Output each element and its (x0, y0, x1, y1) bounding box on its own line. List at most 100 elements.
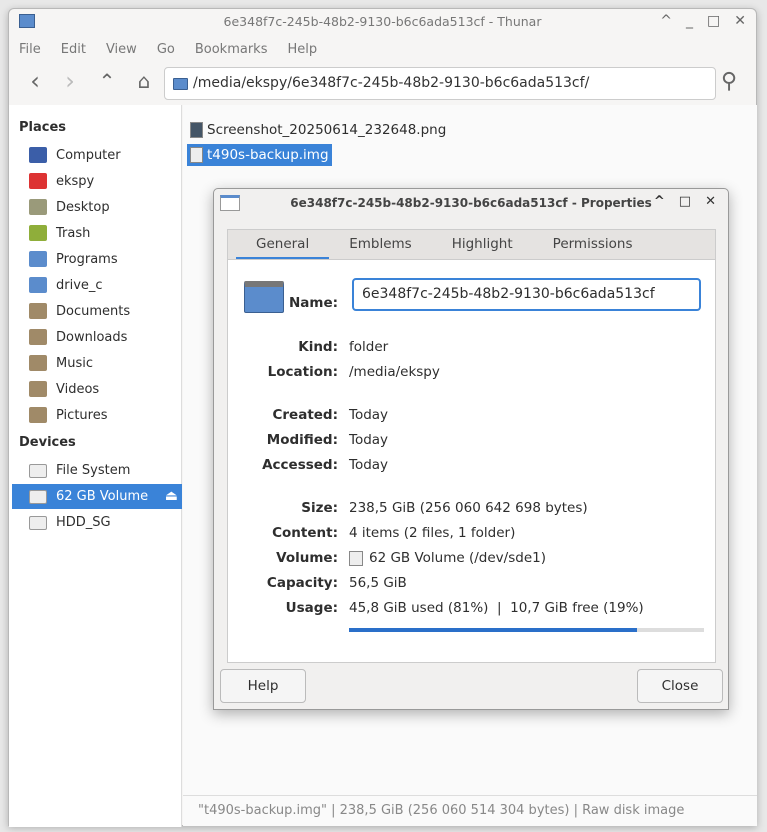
prop-value: Today (349, 407, 389, 423)
sidebar-item-label: ekspy (56, 174, 95, 189)
sidebar-item-file-system[interactable]: File System (12, 458, 182, 483)
sidebar-item-62-gb-volume[interactable]: 62 GB Volume ⏏ (12, 484, 182, 509)
prop-label: Created: (272, 407, 338, 423)
usage-bar (349, 628, 704, 632)
prop-value: folder (349, 339, 389, 355)
dialog-title: 6e348f7c-245b-48b2-9130-b6c6ada513cf - P… (290, 196, 652, 210)
menu-go[interactable]: Go (147, 39, 185, 61)
music-folder-icon (29, 355, 47, 371)
home-icon (29, 173, 47, 189)
prop-label: Modified: (266, 432, 338, 448)
sidebar-item-label: Pictures (56, 408, 108, 423)
sidebar-item-label: Computer (56, 148, 121, 163)
sidebar-item-drive-c[interactable]: drive_c (12, 273, 182, 298)
close-button[interactable]: ✕ (734, 13, 746, 29)
prop-value: /media/ekspy (349, 364, 440, 380)
pictures-folder-icon (29, 407, 47, 423)
name-input[interactable]: 6e348f7c-245b-48b2-9130-b6c6ada513cf (352, 278, 701, 311)
sidebar-item-downloads[interactable]: Downloads (12, 325, 182, 350)
drive-icon (29, 490, 47, 504)
prop-value: Today (349, 432, 389, 448)
sidebar-item-label: Music (56, 356, 93, 371)
sidebar-item-label: Programs (56, 252, 118, 267)
desktop-icon (29, 199, 47, 215)
prop-label: Location: (267, 364, 338, 380)
sidebar-item-documents[interactable]: Documents (12, 299, 182, 324)
prop-label: Kind: (298, 339, 338, 355)
prop-value: 62 GB Volume (/dev/sde1) (369, 550, 546, 566)
home-icon[interactable]: ⌂ (129, 67, 159, 97)
videos-folder-icon (29, 381, 47, 397)
sidebar-item-label: Documents (56, 304, 131, 319)
sidebar-item-desktop[interactable]: Desktop (12, 195, 182, 220)
menu-bookmarks[interactable]: Bookmarks (185, 39, 278, 61)
tab-permissions[interactable]: Permissions (533, 230, 653, 260)
menu-edit[interactable]: Edit (51, 39, 96, 61)
shade-button[interactable]: ^ (660, 13, 672, 29)
menu-help[interactable]: Help (277, 39, 327, 61)
trash-icon (29, 225, 47, 241)
dialog-close-button[interactable]: ✕ (705, 194, 716, 209)
prop-value: 56,5 GiB (349, 575, 407, 591)
back-icon[interactable]: ‹ (20, 67, 50, 97)
location-path: /media/ekspy/6e348f7c-245b-48b2-9130-b6c… (193, 75, 590, 91)
maximize-button[interactable]: □ (707, 13, 720, 29)
file-name: Screenshot_20250614_232648.png (207, 122, 447, 138)
devices-header: Devices (19, 435, 76, 450)
sidebar-item-ekspy[interactable]: ekspy (12, 169, 182, 194)
help-button[interactable]: Help (220, 669, 306, 703)
prop-value: 238,5 GiB (256 060 642 698 bytes) (349, 500, 588, 516)
menu-file[interactable]: File (9, 39, 51, 61)
sidebar-item-computer[interactable]: Computer (12, 143, 182, 168)
places-header: Places (19, 120, 67, 135)
prop-value: 4 items (2 files, 1 folder) (349, 525, 516, 541)
search-icon[interactable]: ⚲ (721, 69, 737, 94)
sidebar-item-label: Trash (56, 226, 91, 241)
folder-icon (29, 251, 47, 267)
file-name: t490s-backup.img (207, 147, 329, 163)
drive-icon (29, 464, 47, 478)
forward-icon[interactable]: › (55, 67, 85, 97)
sidebar-item-music[interactable]: Music (12, 351, 182, 376)
documents-folder-icon (29, 303, 47, 319)
sidebar-item-label: HDD_SG (56, 515, 111, 530)
tab-highlight[interactable]: Highlight (432, 230, 533, 260)
tab-bar: General Emblems Highlight Permissions (227, 229, 716, 260)
menu-view[interactable]: View (96, 39, 147, 61)
window-title: 6e348f7c-245b-48b2-9130-b6c6ada513cf - T… (223, 14, 542, 29)
prop-label: Usage: (285, 600, 338, 616)
tab-general[interactable]: General (236, 230, 330, 260)
sidebar-item-trash[interactable]: Trash (12, 221, 182, 246)
sidebar-item-label: 62 GB Volume (56, 489, 149, 504)
sidebar-item-hdd_sg[interactable]: HDD_SG (12, 510, 182, 535)
file-item[interactable]: t490s-backup.img (187, 144, 332, 166)
prop-label: Accessed: (262, 457, 338, 473)
tab-emblems[interactable]: Emblems (329, 230, 432, 260)
dialog-maximize-button[interactable]: □ (679, 194, 691, 209)
usage-bar-fill (349, 628, 637, 632)
sidebar-item-label: Downloads (56, 330, 128, 345)
file-item[interactable]: Screenshot_20250614_232648.png (187, 119, 449, 141)
downloads-folder-icon (29, 329, 47, 345)
location-bar[interactable]: /media/ekspy/6e348f7c-245b-48b2-9130-b6c… (164, 67, 716, 100)
file-icon (190, 147, 203, 163)
name-label: Name: (288, 295, 338, 311)
sidebar-item-programs[interactable]: Programs (12, 247, 182, 272)
dialog-shade-button[interactable]: ^ (654, 194, 665, 209)
prop-value: 45,8 GiB used (81%) | 10,7 GiB free (19%… (349, 600, 644, 616)
sidebar-item-label: drive_c (56, 278, 103, 293)
prop-label: Size: (301, 500, 338, 516)
sidebar-item-videos[interactable]: Videos (12, 377, 182, 402)
eject-icon[interactable]: ⏏ (165, 484, 178, 509)
sidebar-item-label: Videos (56, 382, 100, 397)
sidebar-item-label: Desktop (56, 200, 110, 215)
sidebar-item-pictures[interactable]: Pictures (12, 403, 182, 428)
minimize-button[interactable]: _ (686, 13, 693, 29)
prop-label: Volume: (276, 550, 338, 566)
properties-dialog: 6e348f7c-245b-48b2-9130-b6c6ada513cf - P… (213, 188, 729, 710)
sidebar: Places Computer ekspy Desktop Trash Programs… (9, 105, 182, 827)
prop-label: Capacity: (266, 575, 338, 591)
close-dialog-button[interactable]: Close (637, 669, 723, 703)
menu-bar: File Edit View Go Bookmarks Help (9, 39, 327, 61)
up-icon[interactable]: ⌃ (92, 67, 122, 97)
